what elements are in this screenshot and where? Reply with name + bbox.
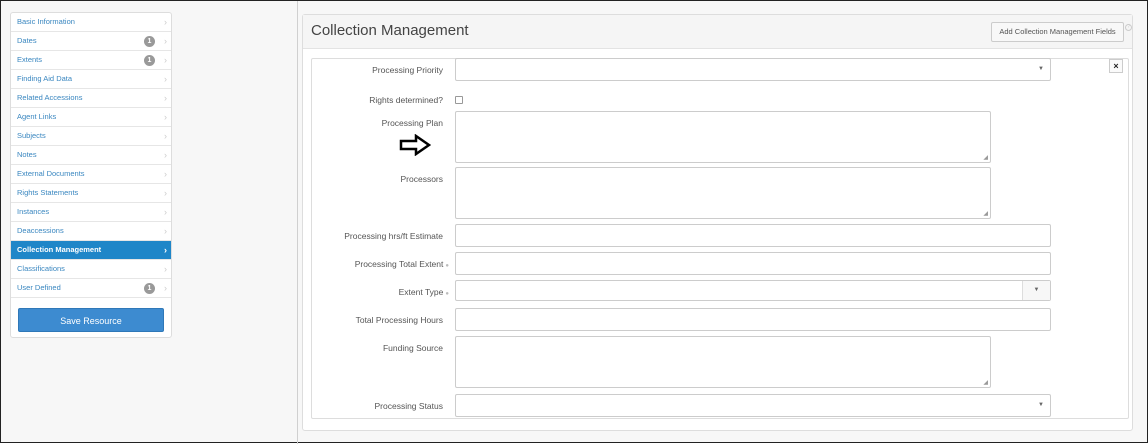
sidebar-item-dates[interactable]: Dates 1 ›: [11, 32, 171, 51]
extent-type-select[interactable]: ▼: [455, 280, 1051, 301]
sidebar-item-label: Dates: [17, 36, 37, 45]
sidebar-item-label: Instances: [17, 207, 50, 216]
chevron-right-icon: ›: [164, 264, 167, 274]
processing-status-select[interactable]: ▼: [455, 394, 1051, 417]
save-resource-button[interactable]: Save Resource: [18, 308, 164, 332]
caret-down-icon[interactable]: ▼: [1022, 281, 1050, 300]
hrs-estimate-input[interactable]: [455, 224, 1051, 247]
rights-determined-checkbox[interactable]: [455, 96, 463, 104]
sidebar-item-extents[interactable]: Extents 1 ›: [11, 51, 171, 70]
funding-source-textarea[interactable]: ◢: [455, 336, 991, 388]
processors-label: Processors: [400, 174, 443, 184]
rights-determined-label: Rights determined?: [369, 95, 443, 105]
hrs-estimate-label: Processing hrs/ft Estimate: [344, 231, 443, 241]
sidebar-item-label: Classifications: [17, 264, 65, 273]
count-badge: 1: [144, 283, 155, 294]
page-title: Collection Management: [311, 22, 469, 39]
sidebar-item-subjects[interactable]: Subjects ›: [11, 127, 171, 146]
sidebar-item-deaccessions[interactable]: Deaccessions ›: [11, 222, 171, 241]
sidebar-item-agent-links[interactable]: Agent Links ›: [11, 108, 171, 127]
sidebar-nav: Basic Information › Dates 1 › Extents 1 › Fin…: [10, 12, 172, 338]
sidebar-item-label: External Documents: [17, 169, 85, 178]
sidebar-item-label: Agent Links: [17, 112, 57, 121]
total-hours-label: Total Processing Hours: [355, 315, 443, 325]
processors-textarea[interactable]: ◢: [455, 167, 991, 219]
chevron-right-icon: ›: [164, 245, 167, 255]
funding-source-label: Funding Source: [382, 343, 443, 353]
sidebar-item-related-accessions[interactable]: Related Accessions ›: [11, 89, 171, 108]
sidebar-item-user-defined[interactable]: User Defined 1 ›: [11, 279, 171, 298]
sidebar-item-rights-statements[interactable]: Rights Statements ›: [11, 184, 171, 203]
chevron-right-icon: ›: [164, 74, 167, 84]
resize-grip-icon[interactable]: ◢: [983, 379, 988, 386]
sidebar-item-finding-aid-data[interactable]: Finding Aid Data ›: [11, 70, 171, 89]
processing-status-label: Processing Status: [374, 401, 443, 411]
sidebar-item-label: Deaccessions: [17, 226, 64, 235]
chevron-right-icon: ›: [164, 226, 167, 236]
column-divider: [297, 1, 298, 444]
sidebar-item-classifications[interactable]: Classifications ›: [11, 260, 171, 279]
sidebar-item-label: User Defined: [17, 283, 61, 292]
chevron-right-icon: ›: [164, 17, 167, 27]
chevron-right-icon: ›: [164, 150, 167, 160]
processing-plan-textarea[interactable]: ◢: [455, 111, 991, 163]
total-extent-label: Processing Total Extent ●: [354, 259, 449, 269]
info-icon[interactable]: ●: [445, 263, 449, 269]
sidebar-item-collection-management[interactable]: Collection Management ›: [11, 241, 171, 260]
count-badge: 1: [144, 55, 155, 66]
sidebar-item-label: Notes: [17, 150, 37, 159]
panel-header: Collection Management Add Collection Man…: [303, 15, 1132, 49]
total-extent-input[interactable]: [455, 252, 1051, 275]
chevron-right-icon: ›: [164, 169, 167, 179]
sidebar-item-label: Subjects: [17, 131, 46, 140]
chevron-right-icon: ›: [164, 207, 167, 217]
sidebar-item-instances[interactable]: Instances ›: [11, 203, 171, 222]
sidebar-item-label: Basic Information: [17, 17, 75, 26]
sidebar-item-notes[interactable]: Notes ›: [11, 146, 171, 165]
sidebar-item-label: Finding Aid Data: [17, 74, 73, 83]
processing-priority-select[interactable]: ▼: [455, 58, 1051, 81]
chevron-right-icon: ›: [164, 283, 167, 293]
processing-priority-label: Processing Priority: [372, 65, 443, 75]
sidebar-item-label: Rights Statements: [17, 188, 79, 197]
chevron-right-icon: ›: [164, 36, 167, 46]
collection-management-panel: Collection Management Add Collection Man…: [302, 14, 1133, 431]
info-icon[interactable]: ●: [445, 291, 449, 297]
sidebar-item-label: Collection Management: [17, 245, 102, 254]
add-collection-management-fields-button[interactable]: Add Collection Management Fields: [991, 22, 1124, 42]
count-badge: 1: [144, 36, 155, 47]
remove-subform-button[interactable]: ×: [1109, 59, 1123, 73]
extent-type-label: Extent Type ●: [398, 287, 449, 297]
chevron-right-icon: ›: [164, 93, 167, 103]
chevron-right-icon: ›: [164, 131, 167, 141]
caret-down-icon: ▼: [1038, 402, 1044, 408]
info-icon[interactable]: ?: [1125, 24, 1132, 31]
chevron-right-icon: ›: [164, 112, 167, 122]
app-frame: Basic Information › Dates 1 › Extents 1 › Fin…: [0, 0, 1148, 444]
total-hours-input[interactable]: [455, 308, 1051, 331]
arrow-right-icon: [399, 134, 431, 156]
sidebar-item-external-documents[interactable]: External Documents ›: [11, 165, 171, 184]
chevron-right-icon: ›: [164, 55, 167, 65]
sidebar-item-label: Related Accessions: [17, 93, 83, 102]
sidebar-item-basic-information[interactable]: Basic Information ›: [11, 13, 171, 32]
resize-grip-icon[interactable]: ◢: [983, 154, 988, 161]
resize-grip-icon[interactable]: ◢: [983, 210, 988, 217]
processing-plan-label: Processing Plan: [381, 118, 443, 128]
caret-down-icon: ▼: [1038, 66, 1044, 72]
chevron-right-icon: ›: [164, 188, 167, 198]
sidebar-item-label: Extents: [17, 55, 43, 64]
